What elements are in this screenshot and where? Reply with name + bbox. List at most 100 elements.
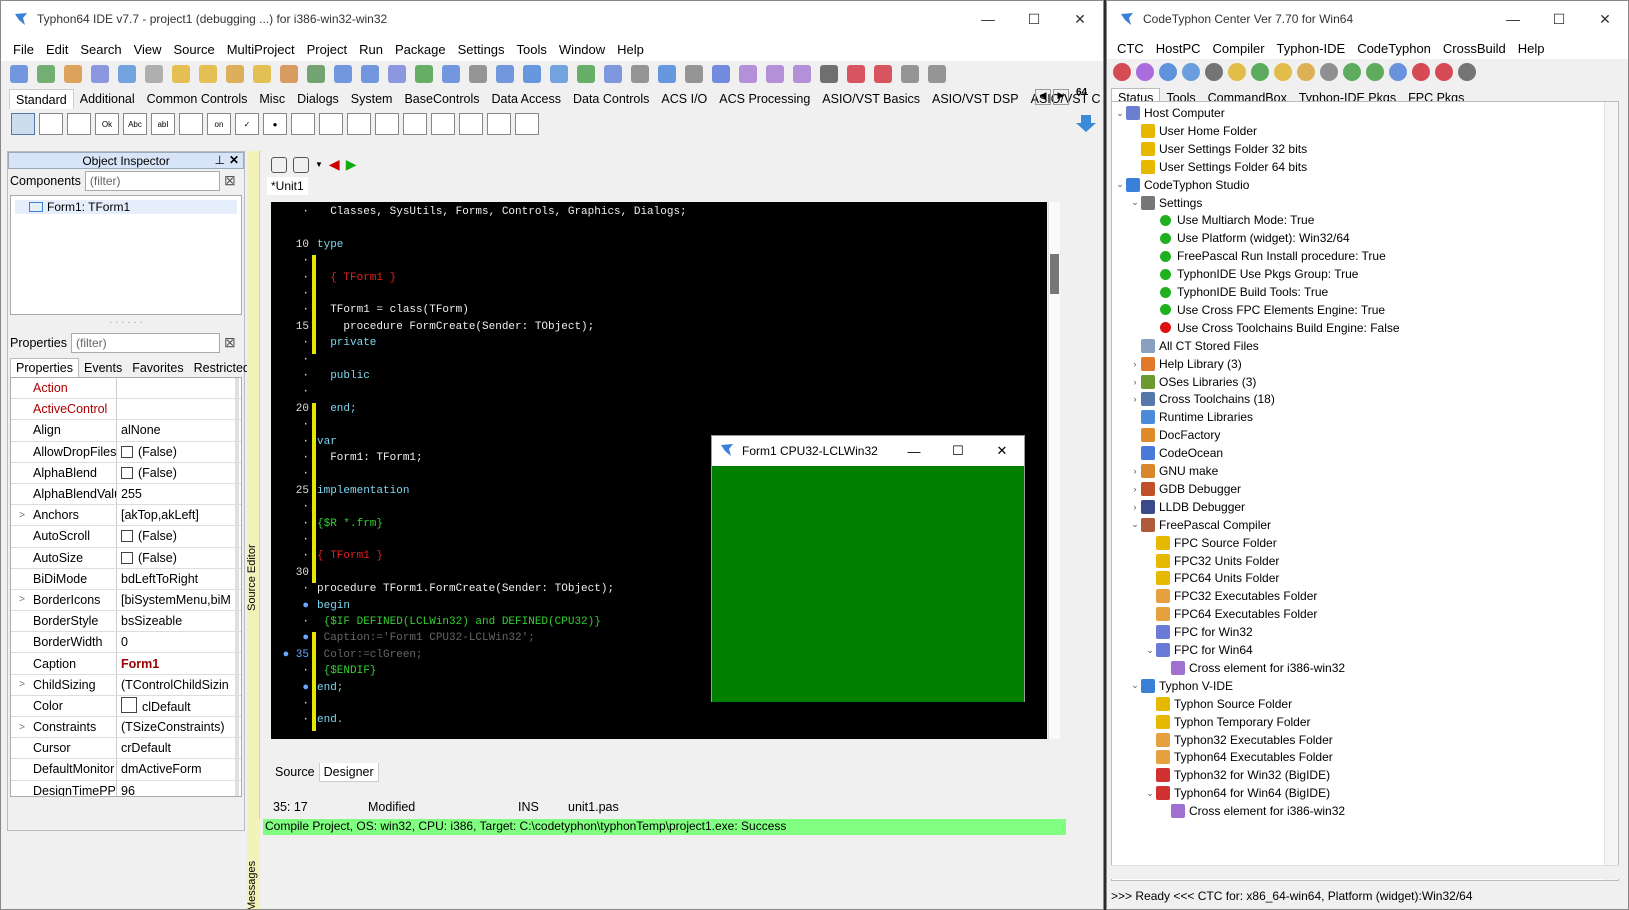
toolbar-button-icon[interactable] xyxy=(64,65,82,83)
palette-component-icon[interactable] xyxy=(67,113,91,135)
ctc-hscrollbar[interactable] xyxy=(1111,865,1619,879)
toolbar-button-icon[interactable] xyxy=(253,65,271,83)
property-row[interactable]: DefaultMonitor dmActiveForm xyxy=(11,759,241,781)
property-row[interactable]: AlphaBlendValu 255 xyxy=(11,483,241,506)
palette-tab[interactable]: Misc xyxy=(253,89,291,109)
tree-node[interactable]: TyphonIDE Build Tools: True xyxy=(1144,283,1328,301)
property-row[interactable]: ActiveControl xyxy=(11,399,241,421)
splitter[interactable]: · · · · · · xyxy=(8,317,244,331)
pin-icon[interactable]: ⊥ xyxy=(215,153,225,167)
property-value[interactable]: (TSizeConstraints) xyxy=(117,720,241,734)
property-value[interactable]: (False) xyxy=(117,529,241,543)
palette-component-icon[interactable] xyxy=(375,113,399,135)
palette-tab[interactable]: ACS I/O xyxy=(655,89,713,109)
expand-icon[interactable]: › xyxy=(1129,377,1141,387)
palette-component-icon[interactable] xyxy=(431,113,455,135)
checkbox[interactable] xyxy=(121,530,133,543)
toolbar-button-icon[interactable] xyxy=(415,65,433,83)
palette-component-icon[interactable] xyxy=(319,113,343,135)
toolbar-button-icon[interactable] xyxy=(793,65,811,83)
toolbar-button-icon[interactable] xyxy=(739,65,757,83)
ctc-toolbar-button-icon[interactable] xyxy=(1458,63,1476,81)
tree-node[interactable]: CodeOcean xyxy=(1129,444,1223,462)
palette-component-icon[interactable]: Abc xyxy=(123,113,147,135)
toolbar-button-icon[interactable] xyxy=(280,65,298,83)
palette-tab[interactable]: BaseControls xyxy=(398,89,485,109)
toolbar-button-icon[interactable] xyxy=(523,65,541,83)
ctc-toolbar-button-icon[interactable] xyxy=(1251,63,1269,81)
menu-item[interactable]: Help xyxy=(611,42,650,57)
ctc-toolbar-button-icon[interactable] xyxy=(1182,63,1200,81)
close-icon[interactable]: ✕ xyxy=(229,153,239,167)
palette-component-icon[interactable] xyxy=(403,113,427,135)
toolbar-button-icon[interactable] xyxy=(226,65,244,83)
editor-view-tab[interactable]: Designer xyxy=(318,763,379,782)
palette-tab[interactable]: ACS Processing xyxy=(713,89,816,109)
tree-node[interactable]: ⌄ Typhon64 for Win64 (BigIDE) xyxy=(1144,784,1330,802)
toolbar-button-icon[interactable] xyxy=(334,65,352,83)
tree-node[interactable]: Typhon32 Executables Folder xyxy=(1144,731,1333,749)
palette-tab[interactable]: ASIO/VST DSP xyxy=(926,89,1025,109)
ctc-toolbar-button-icon[interactable] xyxy=(1389,63,1407,81)
toolbar-button-icon[interactable] xyxy=(847,65,865,83)
properties-filter-input[interactable]: (filter) xyxy=(70,333,220,353)
property-value[interactable]: [biSystemMenu,biM xyxy=(117,593,241,607)
collapse-icon[interactable]: ⌄ xyxy=(1114,179,1126,190)
property-value[interactable]: crDefault xyxy=(117,741,241,755)
property-row[interactable]: > ChildSizing (TControlChildSizin xyxy=(11,674,241,696)
toolbar-button-icon[interactable] xyxy=(199,65,217,83)
property-row[interactable]: > Anchors [akTop,akLeft] xyxy=(11,505,241,527)
property-value[interactable]: (False) xyxy=(117,551,241,565)
minimize-button[interactable]: — xyxy=(965,1,1011,37)
tree-node[interactable]: Cross element for i386-win32 xyxy=(1159,659,1345,677)
property-row[interactable]: DesignTimePPI 96 xyxy=(11,780,241,796)
property-row[interactable]: AlphaBlend (False) xyxy=(11,462,241,484)
menu-item[interactable]: CrossBuild xyxy=(1437,41,1512,56)
property-value[interactable]: dmActiveForm xyxy=(117,762,241,776)
maximize-button[interactable]: ☐ xyxy=(1536,1,1582,37)
tree-node[interactable]: ⌄ Settings xyxy=(1129,194,1202,212)
tree-node[interactable]: Typhon32 for Win32 (BigIDE) xyxy=(1144,766,1330,784)
palette-tab[interactable]: System xyxy=(345,89,399,109)
tree-node[interactable]: Use Multiarch Mode: True xyxy=(1144,211,1314,229)
expand-icon[interactable]: › xyxy=(1129,466,1141,476)
compile-message[interactable]: Compile Project, OS: win32, CPU: i386, T… xyxy=(263,819,1066,835)
inspector-tab[interactable]: Favorites xyxy=(127,359,188,377)
collapse-icon[interactable]: ⌄ xyxy=(1114,108,1126,119)
property-row[interactable]: Caption Form1 xyxy=(11,653,241,675)
menu-item[interactable]: Package xyxy=(389,42,452,57)
expand-icon[interactable]: > xyxy=(11,679,33,690)
tree-node[interactable]: User Home Folder xyxy=(1129,122,1257,140)
toolbar-button-icon[interactable] xyxy=(928,65,946,83)
menu-item[interactable]: Typhon-IDE xyxy=(1271,41,1352,56)
expand-icon[interactable]: > xyxy=(11,510,33,521)
editor-files-icon[interactable] xyxy=(271,156,287,173)
toolbar-button-icon[interactable] xyxy=(307,65,325,83)
collapse-icon[interactable]: ⌄ xyxy=(1144,645,1156,656)
property-value[interactable]: 255 xyxy=(117,487,241,501)
property-grid-scrollbar[interactable] xyxy=(235,378,239,796)
menu-item[interactable]: Source xyxy=(168,42,221,57)
components-filter-input[interactable]: (filter) xyxy=(84,171,220,191)
tree-node[interactable]: FPC Source Folder xyxy=(1144,534,1277,552)
property-row[interactable]: > Constraints (TSizeConstraints) xyxy=(11,717,241,739)
collapse-icon[interactable]: ⌄ xyxy=(1129,519,1141,530)
clear-filter-icon[interactable]: ⊠ xyxy=(224,172,242,190)
toolbar-button-icon[interactable] xyxy=(91,65,109,83)
toolbar-button-icon[interactable] xyxy=(118,65,136,83)
palette-scroll-right-icon[interactable]: ▶ xyxy=(1053,89,1069,105)
tree-node[interactable]: Typhon64 Executables Folder xyxy=(1144,748,1333,766)
tree-node[interactable]: FPC for Win32 xyxy=(1144,623,1253,641)
collapse-icon[interactable]: ⌄ xyxy=(1144,788,1156,799)
property-value[interactable]: bsSizeable xyxy=(117,614,241,628)
tree-node[interactable]: FPC64 Executables Folder xyxy=(1144,605,1317,623)
menu-item[interactable]: MultiProject xyxy=(221,42,301,57)
property-row[interactable]: BorderWidth 0 xyxy=(11,632,241,654)
toolbar-button-icon[interactable] xyxy=(577,65,595,83)
editor-view-tab[interactable]: Source xyxy=(271,763,319,782)
ctc-toolbar-button-icon[interactable] xyxy=(1274,63,1292,81)
palette-tab[interactable]: Common Controls xyxy=(141,89,254,109)
property-value[interactable]: bdLeftToRight xyxy=(117,572,241,586)
palette-tab[interactable]: Dialogs xyxy=(291,89,345,109)
minimize-button[interactable]: — xyxy=(1490,1,1536,37)
